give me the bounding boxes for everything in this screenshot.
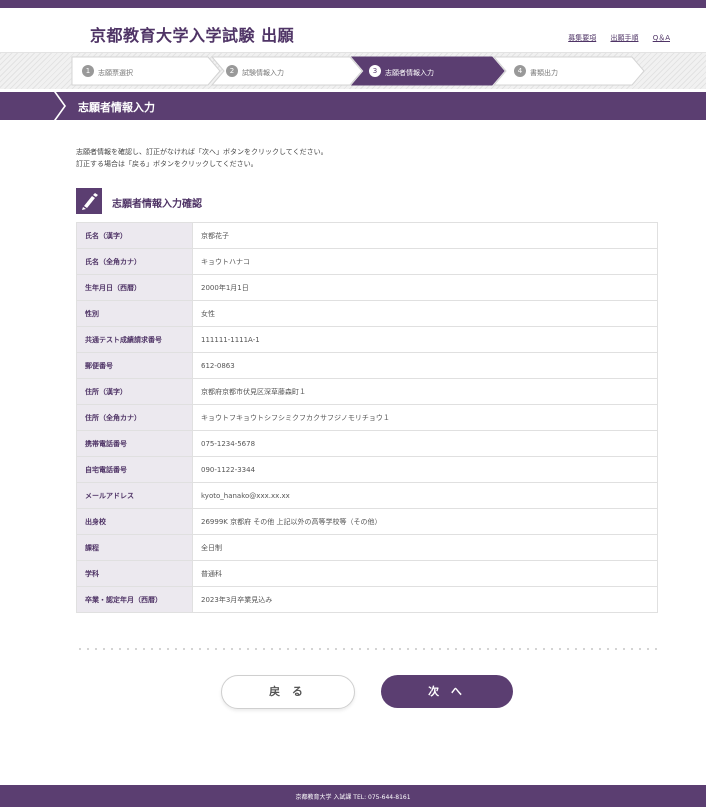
instruction-line: 志願者情報を確認し、訂正がなければ「次へ」ボタンをクリックしてください。 [76, 148, 328, 156]
row-label: 性別 [76, 300, 193, 327]
table-row: 住所（漢字） 京都府京都市伏見区深草藤森町１ [76, 378, 658, 405]
table-row: 出身校 26999K 京都府 その他 上記以外の高等学校等（その他） [76, 508, 658, 535]
step-1-number: 1 [82, 65, 94, 77]
step-4-number: 4 [514, 65, 526, 77]
row-label: 生年月日（西暦） [76, 274, 193, 301]
next-button[interactable]: 次 へ [381, 675, 513, 708]
table-row: メールアドレス kyoto_hanako@xxx.xx.xx [76, 482, 658, 509]
row-value: 2023年3月卒業見込み [192, 586, 658, 613]
link-procedure[interactable]: 出願手順 [610, 34, 638, 42]
table-row: 卒業・認定年月（西暦） 2023年3月卒業見込み [76, 586, 658, 613]
row-label: 課程 [76, 534, 193, 561]
section-bar: 志願者情報入力 [0, 92, 706, 120]
pencil-icon [76, 188, 102, 214]
row-label: 氏名（全角カナ） [76, 248, 193, 275]
step-3-number: 3 [369, 65, 381, 77]
row-value: 075-1234-5678 [192, 430, 658, 457]
row-value: 女性 [192, 300, 658, 327]
row-label: 氏名（漢字） [76, 222, 193, 249]
table-row: 住所（全角カナ） キョウトフキョウトシフシミクフカクサフジノモリチョウ１ [76, 404, 658, 431]
table-row: 氏名（全角カナ） キョウトハナコ [76, 248, 658, 275]
row-label: 住所（漢字） [76, 378, 193, 405]
confirm-title: 志願者情報入力確認 [112, 199, 202, 210]
table-row: 性別 女性 [76, 300, 658, 327]
row-value: 普通科 [192, 560, 658, 587]
applicant-info-table: 氏名（漢字） 京都花子 氏名（全角カナ） キョウトハナコ 生年月日（西暦） 2000年1月… [76, 222, 658, 613]
row-label: 携帯電話番号 [76, 430, 193, 457]
step-1-label: 志願票選択 [98, 69, 133, 77]
row-value: 090-1122-3344 [192, 456, 658, 483]
row-value: 612-0863 [192, 352, 658, 379]
instruction-line: 訂正する場合は「戻る」ボタンをクリックしてください。 [76, 160, 258, 168]
table-row: 課程 全日制 [76, 534, 658, 561]
table-row: 生年月日（西暦） 2000年1月1日 [76, 274, 658, 301]
top-accent-bar [0, 0, 706, 8]
step-1-shape [71, 56, 221, 86]
row-label: 住所（全角カナ） [76, 404, 193, 431]
row-label: メールアドレス [76, 482, 193, 509]
row-value: 26999K 京都府 その他 上記以外の高等学校等（その他） [192, 508, 658, 535]
row-value: 京都花子 [192, 222, 658, 249]
dotted-divider [76, 648, 658, 650]
table-row: 共通テスト成績請求番号 111111-1111A-1 [76, 326, 658, 353]
section-title: 志願者情報入力 [78, 101, 155, 114]
row-label: 出身校 [76, 508, 193, 535]
row-value: 全日制 [192, 534, 658, 561]
row-label: 卒業・認定年月（西暦） [76, 586, 193, 613]
instructions: 志願者情報を確認し、訂正がなければ「次へ」ボタンをクリックしてください。 訂正す… [76, 146, 328, 170]
step-3-label: 志願者情報入力 [385, 69, 434, 77]
section-chevron-icon [0, 92, 66, 120]
row-value: キョウトハナコ [192, 248, 658, 275]
link-faq[interactable]: Q＆A [653, 34, 670, 42]
row-label: 共通テスト成績請求番号 [76, 326, 193, 353]
row-label: 郵便番号 [76, 352, 193, 379]
row-label: 学科 [76, 560, 193, 587]
footer: 京都教育大学 入試課 TEL: 075-644-8161 [0, 785, 706, 807]
row-value: キョウトフキョウトシフシミクフカクサフジノモリチョウ１ [192, 404, 658, 431]
step-4-label: 書類出力 [530, 69, 558, 77]
back-button[interactable]: 戻 る [221, 675, 355, 709]
site-header: 京都教育大学入学試験 出願 募集要項 出願手順 Q＆A [0, 8, 706, 52]
table-row: 郵便番号 612-0863 [76, 352, 658, 379]
link-guidelines[interactable]: 募集要項 [568, 34, 596, 42]
table-row: 携帯電話番号 075-1234-5678 [76, 430, 658, 457]
table-row: 自宅電話番号 090-1122-3344 [76, 456, 658, 483]
progress-steps: 1 志願票選択 2 試験情報入力 3 志願者情報入力 4 書類出力 [0, 52, 706, 89]
step-2-label: 試験情報入力 [242, 69, 284, 77]
site-title: 京都教育大学入学試験 出願 [90, 26, 295, 45]
row-label: 自宅電話番号 [76, 456, 193, 483]
row-value: 2000年1月1日 [192, 274, 658, 301]
table-row: 学科 普通科 [76, 560, 658, 587]
header-links: 募集要項 出願手順 Q＆A [556, 33, 670, 43]
row-value: kyoto_hanako@xxx.xx.xx [192, 482, 658, 509]
footer-contact: 京都教育大学 入試課 TEL: 075-644-8161 [295, 794, 411, 801]
row-value: 京都府京都市伏見区深草藤森町１ [192, 378, 658, 405]
row-value: 111111-1111A-1 [192, 326, 658, 353]
table-row: 氏名（漢字） 京都花子 [76, 222, 658, 249]
step-2-number: 2 [226, 65, 238, 77]
